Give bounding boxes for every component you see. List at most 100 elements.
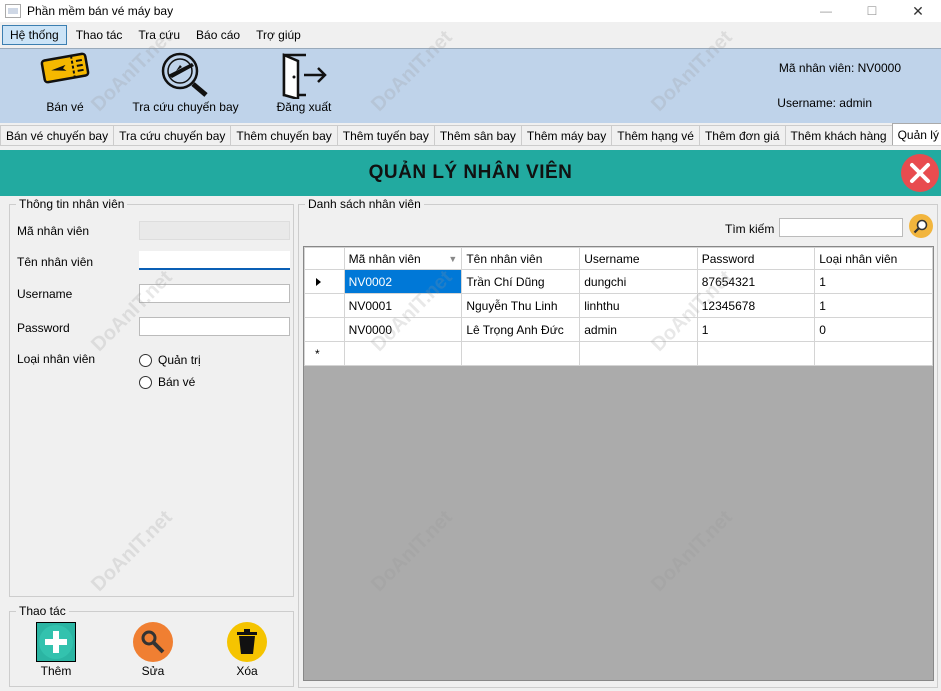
minimize-button[interactable]: — (803, 0, 849, 22)
table-cell[interactable]: 1 (814, 293, 933, 318)
employee-info-group-title: Thông tin nhân viên (16, 197, 128, 211)
logout-icon (282, 53, 327, 99)
table-cell[interactable]: dungchi (579, 269, 698, 294)
window-title: Phần mềm bán vé máy bay (27, 4, 174, 18)
app-icon (5, 4, 21, 18)
sua-label: Sửa (141, 664, 165, 678)
table-cell[interactable]: NV0000 (343, 317, 463, 342)
password-field[interactable] (139, 317, 290, 336)
table-row[interactable]: NV0000 Lê Trọng Anh Đức admin 1 0 (304, 317, 933, 342)
tab-tra-cuu-chuyen-bay[interactable]: Tra cứu chuyến bay (113, 125, 232, 145)
table-cell[interactable]: 0 (814, 317, 933, 342)
trash-icon (227, 622, 267, 662)
table-cell[interactable]: admin (579, 317, 698, 342)
asterisk-icon: * (314, 346, 320, 361)
dang-xuat-label: Đăng xuất (276, 100, 332, 114)
table-row[interactable]: NV0002 Trần Chí Dũng dungchi 87654321 1 (304, 269, 933, 294)
ma-nhan-vien-field[interactable] (139, 221, 290, 240)
table-cell[interactable] (343, 341, 463, 366)
tra-cuu-label: Tra cứu chuyến bay (132, 100, 239, 114)
tab-quan-ly-nhan-vien[interactable]: Quản lý nhân viên (891, 123, 941, 145)
title-bar: Phần mềm bán vé máy bay — ☐ ✕ (0, 0, 941, 22)
new-row[interactable]: * (304, 341, 933, 366)
table-cell[interactable]: Nguyễn Thu Linh (461, 293, 581, 318)
table-cell[interactable]: Lê Trọng Anh Đức (461, 317, 581, 342)
column-header-ma-nhan-vien[interactable]: Mã nhân viên ▼ (343, 247, 463, 270)
column-header-username[interactable]: Username (579, 247, 698, 270)
xoa-label: Xóa (236, 664, 258, 678)
tab-them-hang-ve[interactable]: Thêm hạng vé (611, 125, 700, 145)
tab-them-don-gia[interactable]: Thêm đơn giá (698, 125, 786, 145)
them-button[interactable]: Thêm (36, 622, 76, 678)
table-cell[interactable]: 1 (696, 317, 816, 342)
tra-cuu-button[interactable]: Tra cứu chuyến bay (128, 49, 243, 119)
ban-ve-radio[interactable]: Bán vé (139, 375, 195, 389)
tab-them-tuyen-bay[interactable]: Thêm tuyến bay (336, 125, 435, 145)
row-header[interactable] (304, 317, 345, 342)
current-row-indicator[interactable] (304, 269, 345, 294)
menu-bao-cao[interactable]: Báo cáo (189, 25, 247, 45)
ban-ve-radio-circle[interactable] (139, 375, 152, 389)
menu-bar: Hệ thống Thao tác Tra cứu Báo cáo Trợ gi… (0, 24, 941, 46)
maximize-button[interactable]: ☐ (849, 0, 895, 22)
column-header-loai-nhan-vien[interactable]: Loại nhân viên (814, 247, 933, 270)
tab-them-san-bay[interactable]: Thêm sân bay (433, 125, 522, 145)
table-cell[interactable]: NV0001 (343, 293, 463, 318)
tab-strip: Bán vé chuyến bay Tra cứu chuyến bay Thê… (0, 123, 941, 146)
search-button[interactable] (909, 214, 933, 238)
them-label: Thêm (40, 664, 72, 678)
xoa-button[interactable]: Xóa (227, 622, 267, 678)
menu-he-thong[interactable]: Hệ thống (2, 25, 67, 45)
table-cell[interactable] (814, 341, 933, 366)
username-display: Username: admin (777, 96, 872, 110)
toolbar: Bán vé Tra cứu chuyến bay Đăng xuất Mã n… (0, 48, 941, 123)
menu-thao-tac[interactable]: Thao tác (69, 25, 130, 45)
sua-button[interactable]: Sửa (133, 622, 173, 678)
new-row-indicator[interactable]: * (304, 341, 345, 366)
row-header[interactable] (304, 293, 345, 318)
actions-group-title: Thao tác (16, 604, 69, 618)
tab-them-khach-hang[interactable]: Thêm khách hàng (784, 125, 893, 145)
table-cell[interactable]: 87654321 (696, 269, 816, 294)
username-field[interactable] (139, 284, 290, 303)
table-cell[interactable]: linhthu (579, 293, 698, 318)
quan-tri-radio-label: Quản trị (158, 353, 201, 367)
ban-ve-button[interactable]: Bán vé (30, 49, 100, 119)
table-cell[interactable]: Trần Chí Dũng (461, 269, 581, 294)
ma-nhan-vien-label: Mã nhân viên (17, 224, 90, 238)
row-header-corner (304, 247, 345, 270)
table-cell[interactable]: NV0002 (343, 269, 463, 294)
ban-ve-label: Bán vé (46, 100, 84, 114)
table-cell[interactable] (461, 341, 581, 366)
table-cell[interactable]: 1 (814, 269, 933, 294)
app-window: Phần mềm bán vé máy bay — ☐ ✕ Hệ thống T… (0, 0, 941, 691)
dang-xuat-button[interactable]: Đăng xuất (268, 49, 340, 119)
tab-ban-ve-chuyen-bay[interactable]: Bán vé chuyến bay (0, 125, 115, 145)
employee-table[interactable]: Mã nhân viên ▼ Tên nhân viên Username Pas… (303, 246, 934, 681)
menu-tra-cuu[interactable]: Tra cứu (131, 25, 187, 45)
ten-nhan-vien-field[interactable] (139, 251, 290, 270)
close-tab-button[interactable] (901, 154, 939, 192)
flight-search-icon (161, 52, 208, 97)
menu-tro-giup[interactable]: Trợ giúp (249, 25, 308, 45)
add-icon (36, 622, 76, 662)
tab-them-chuyen-bay[interactable]: Thêm chuyến bay (230, 125, 338, 145)
employee-id-display: Mã nhân viên: NV0000 (778, 61, 901, 75)
quan-tri-radio-circle[interactable] (139, 353, 152, 367)
sort-arrow-icon: ▼ (448, 253, 458, 264)
close-window-button[interactable]: ✕ (895, 0, 941, 22)
tab-them-may-bay[interactable]: Thêm máy bay (520, 125, 613, 145)
table-cell[interactable] (696, 341, 816, 366)
table-cell[interactable] (579, 341, 698, 366)
table-row[interactable]: NV0001 Nguyễn Thu Linh linhthu 12345678 … (304, 293, 933, 318)
table-cell[interactable]: 12345678 (696, 293, 816, 318)
search-input[interactable] (779, 218, 903, 237)
ten-nhan-vien-label: Tên nhân viên (17, 255, 94, 269)
page-header: QUẢN LÝ NHÂN VIÊN (0, 150, 941, 196)
column-header-password[interactable]: Password (696, 247, 816, 270)
page-title: QUẢN LÝ NHÂN VIÊN (368, 162, 573, 183)
quan-tri-radio[interactable]: Quản trị (139, 353, 201, 367)
search-label: Tìm kiếm (725, 222, 775, 236)
column-header-ten-nhan-vien[interactable]: Tên nhân viên (461, 247, 581, 270)
loai-nhan-vien-label: Loại nhân viên (17, 352, 96, 366)
